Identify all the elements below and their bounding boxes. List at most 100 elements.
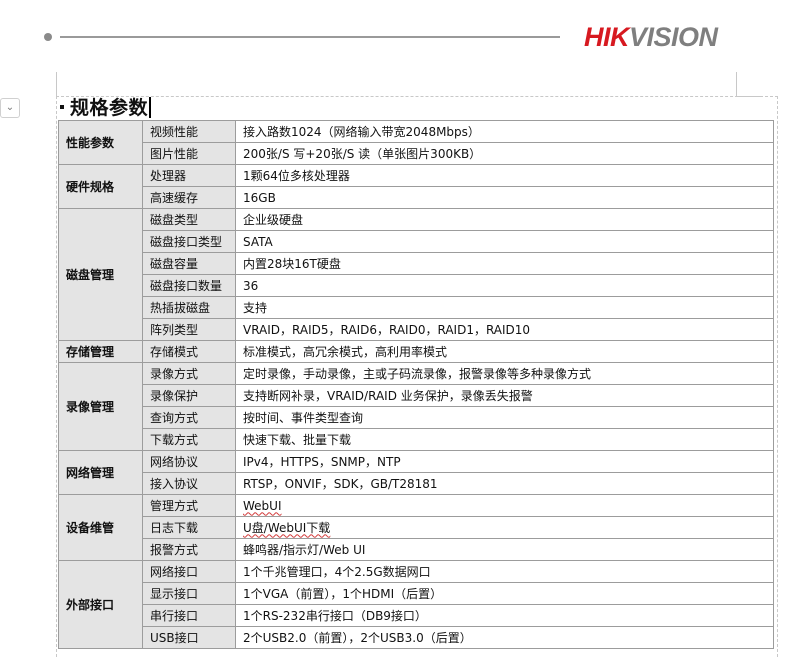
table-row: 显示接口 1个VGA（前置），1个HDMI（后置）: [59, 582, 774, 605]
parameter-value-cell: 蜂鸣器/指示灯/Web UI: [235, 538, 774, 561]
parameter-value: 1个RS-232串行接口（DB9接口）: [243, 608, 427, 623]
table-row: 下载方式 快速下载、批量下载: [59, 428, 774, 451]
parameter-label: 阵列类型: [142, 318, 236, 341]
table-row: 查询方式 按时间、事件类型查询: [59, 406, 774, 429]
table-row: 报警方式 蜂鸣器/指示灯/Web UI: [59, 538, 774, 561]
parameter-value-cell: IPv4，HTTPS，SNMP，NTP: [235, 450, 774, 473]
parameter-label: 视频性能: [142, 120, 236, 143]
parameter-value-cell: 支持: [235, 296, 774, 319]
parameter-value: U盘/WebUI下载: [243, 520, 331, 535]
parameter-label: 处理器: [142, 164, 236, 187]
parameter-label: 网络接口: [142, 560, 236, 583]
parameter-label: USB接口: [142, 626, 236, 649]
section-heading[interactable]: 规格参数: [58, 95, 152, 121]
parameter-value: 内置28块16T硬盘: [243, 256, 341, 271]
category-cell: 网络管理: [58, 450, 143, 495]
parameter-value-cell: 接入路数1024（网络输入带宽2048Mbps）: [235, 120, 774, 143]
parameter-value: 蜂鸣器/指示灯/Web UI: [243, 542, 366, 557]
category-cell: 外部接口: [58, 560, 143, 649]
parameter-value-cell: 内置28块16T硬盘: [235, 252, 774, 275]
parameter-label: 管理方式: [142, 494, 236, 517]
parameter-label: 网络协议: [142, 450, 236, 473]
parameter-label: 磁盘容量: [142, 252, 236, 275]
category-cell: 磁盘管理: [58, 208, 143, 341]
parameter-value: 支持: [243, 300, 268, 315]
parameter-label: 显示接口: [142, 582, 236, 605]
parameter-value: 16GB: [243, 190, 276, 205]
table-row: 外部接口 网络接口 1个千兆管理口，4个2.5G数据网口: [58, 560, 774, 649]
parameter-value-cell: 1个VGA（前置），1个HDMI（后置）: [235, 582, 774, 605]
parameter-value-cell: SATA: [235, 230, 774, 253]
table-row: 磁盘接口数量 36: [59, 274, 774, 297]
table-row: 性能参数 视频性能 接入路数1024（网络输入带宽2048Mbps）: [58, 120, 774, 165]
parameter-value-cell: 支持断网补录，VRAID/RAID 业务保护，录像丢失报警: [235, 384, 774, 407]
parameter-value: 200张/S 写+20张/S 读（单张图片300KB）: [243, 146, 482, 161]
parameter-label: 磁盘类型: [142, 208, 236, 231]
parameter-label: 高速缓存: [142, 186, 236, 209]
table-row: 日志下载 U盘/WebUI下载: [59, 516, 774, 539]
parameter-value: 企业级硬盘: [243, 212, 304, 227]
parameter-value: 标准模式，高冗余模式，高利用率模式: [243, 344, 448, 359]
logo-part-hik: HIK: [584, 22, 630, 52]
spec-table: 性能参数 视频性能 接入路数1024（网络输入带宽2048Mbps） 图片性能 200张…: [58, 120, 774, 649]
header-rule: [60, 36, 560, 38]
crop-mark-right: [736, 72, 737, 96]
parameter-label: 下载方式: [142, 428, 236, 451]
logo-part-vision: VISION: [629, 22, 718, 52]
parameter-value: VRAID，RAID5，RAID6，RAID0，RAID1，RAID10: [243, 322, 531, 337]
parameter-value: 36: [243, 278, 259, 293]
table-row: 图片性能 200张/S 写+20张/S 读（单张图片300KB）: [59, 142, 774, 165]
parameter-value: 快速下载、批量下载: [243, 432, 352, 447]
category-cell: 硬件规格: [58, 164, 143, 209]
table-row: 串行接口 1个RS-232串行接口（DB9接口）: [59, 604, 774, 627]
parameter-value-cell: 企业级硬盘: [235, 208, 774, 231]
parameter-value-cell: VRAID，RAID5，RAID6，RAID0，RAID1，RAID10: [235, 318, 774, 341]
category-cell: 设备维管: [58, 494, 143, 561]
paste-options-icon[interactable]: ⌄: [0, 98, 20, 118]
table-row: 磁盘管理 磁盘类型 企业级硬盘: [58, 208, 774, 341]
parameter-value-cell: 按时间、事件类型查询: [235, 406, 774, 429]
parameter-label: 磁盘接口类型: [142, 230, 236, 253]
table-row: 阵列类型 VRAID，RAID5，RAID6，RAID0，RAID1，RAID10: [59, 318, 774, 341]
hikvision-logo: HIKVISION: [584, 22, 718, 52]
text-cursor: [149, 96, 152, 118]
parameter-value-cell: 200张/S 写+20张/S 读（单张图片300KB）: [235, 142, 774, 165]
parameter-value-cell: RTSP，ONVIF，SDK，GB/T28181: [235, 472, 774, 495]
parameter-value: 1个千兆管理口，4个2.5G数据网口: [243, 564, 431, 579]
parameter-label: 查询方式: [142, 406, 236, 429]
parameter-value: WebUI: [243, 498, 282, 513]
parameter-label: 日志下载: [142, 516, 236, 539]
parameter-label: 热插拔磁盘: [142, 296, 236, 319]
parameter-value: 按时间、事件类型查询: [243, 410, 364, 425]
parameter-label: 接入协议: [142, 472, 236, 495]
parameter-value-cell: WebUI: [235, 494, 774, 517]
category-cell: 存储管理: [58, 340, 143, 363]
parameter-value: 支持断网补录，VRAID/RAID 业务保护，录像丢失报警: [243, 388, 533, 403]
parameter-label: 磁盘接口数量: [142, 274, 236, 297]
parameter-value-cell: 1个千兆管理口，4个2.5G数据网口: [235, 560, 774, 583]
table-row: 录像管理 录像方式 定时录像，手动录像，主或子码流录像，报警录像等多种录像方式: [58, 362, 774, 451]
parameter-value: SATA: [243, 234, 273, 249]
table-row: 录像保护 支持断网补录，VRAID/RAID 业务保护，录像丢失报警: [59, 384, 774, 407]
parameter-label: 录像方式: [142, 362, 236, 385]
parameter-value: 定时录像，手动录像，主或子码流录像，报警录像等多种录像方式: [243, 366, 592, 381]
table-row: 磁盘容量 内置28块16T硬盘: [59, 252, 774, 275]
parameter-value-cell: U盘/WebUI下载: [235, 516, 774, 539]
parameter-label: 图片性能: [142, 142, 236, 165]
parameter-value-cell: 16GB: [235, 186, 774, 209]
table-row: 网络管理 网络协议 IPv4，HTTPS，SNMP，NTP: [58, 450, 774, 495]
crop-mark-left: [56, 72, 57, 96]
category-cell: 性能参数: [58, 120, 143, 165]
parameter-value-cell: 快速下载、批量下载: [235, 428, 774, 451]
parameter-value-cell: 2个USB2.0（前置），2个USB3.0（后置）: [235, 626, 774, 649]
parameter-value: 1颗64位多核处理器: [243, 168, 350, 183]
category-cell: 录像管理: [58, 362, 143, 451]
table-row: 接入协议 RTSP，ONVIF，SDK，GB/T28181: [59, 472, 774, 495]
bullet-icon: [60, 105, 64, 109]
header-dot: [44, 33, 52, 41]
table-row: 磁盘接口类型 SATA: [59, 230, 774, 253]
table-row: 热插拔磁盘 支持: [59, 296, 774, 319]
parameter-label: 串行接口: [142, 604, 236, 627]
parameter-value: 2个USB2.0（前置），2个USB3.0（后置）: [243, 630, 472, 645]
parameter-value-cell: 定时录像，手动录像，主或子码流录像，报警录像等多种录像方式: [235, 362, 774, 385]
